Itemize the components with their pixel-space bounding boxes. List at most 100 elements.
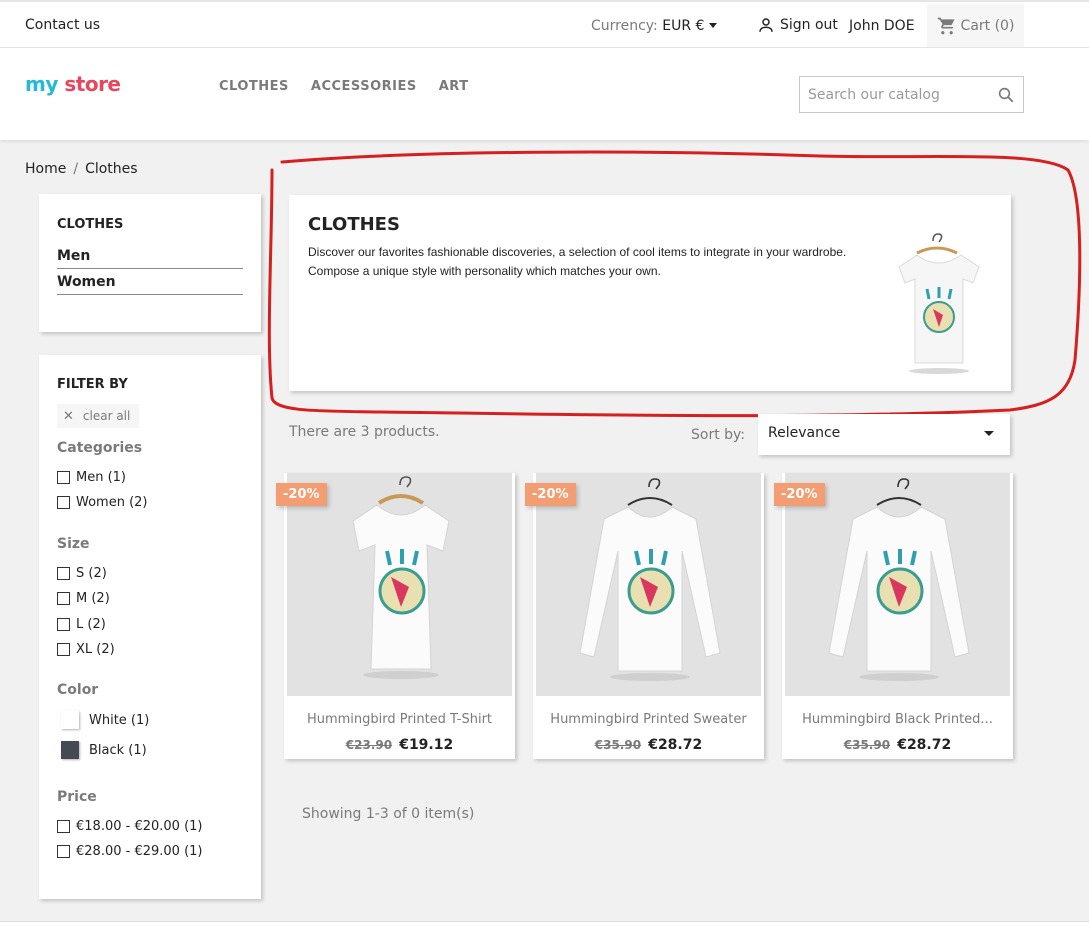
checkbox[interactable] — [57, 845, 70, 858]
products-count: There are 3 products. — [289, 424, 440, 440]
caret-down-icon — [709, 23, 718, 28]
regular-price: €35.90 — [594, 738, 642, 752]
facet-option-label: Black (1) — [89, 742, 147, 758]
facet-option-color-black[interactable]: Black (1) — [57, 741, 147, 759]
regular-price: €35.90 — [843, 738, 891, 752]
product-prices: €35.90 €28.72 — [533, 737, 764, 753]
product-image[interactable] — [287, 473, 512, 696]
facet-option-size-s[interactable]: S (2) — [57, 566, 107, 581]
checkbox[interactable] — [57, 643, 70, 656]
search-icon[interactable] — [997, 86, 1015, 104]
facet-option-label: M (2) — [76, 591, 110, 606]
facet-option-label: €28.00 - €29.00 (1) — [76, 844, 203, 859]
checkbox[interactable] — [57, 471, 70, 484]
breadcrumb-home[interactable]: Home — [25, 161, 66, 177]
breadcrumb: Home / Clothes — [25, 161, 138, 177]
filter-title: FILTER BY — [57, 377, 128, 392]
product-prices: €35.90 €28.72 — [782, 737, 1013, 753]
main-header: my store CLOTHES ACCESSORIES ART — [0, 48, 1089, 140]
facet-option-size-l[interactable]: L (2) — [57, 617, 106, 632]
checkbox[interactable] — [57, 567, 70, 580]
facet-option-label: S (2) — [76, 566, 107, 581]
pagination-summary: Showing 1-3 of 0 item(s) — [302, 806, 475, 822]
checkbox[interactable] — [57, 592, 70, 605]
sign-out-link[interactable]: Sign out — [757, 16, 838, 34]
facet-option-price-1[interactable]: €18.00 - €20.00 (1) — [57, 819, 202, 834]
color-swatch-white[interactable] — [61, 711, 79, 729]
cart-label: Cart (0) — [960, 17, 1015, 34]
sort-by-value: Relevance — [768, 425, 841, 441]
facet-option-label: Men (1) — [76, 470, 127, 485]
facet-option-label: Women (2) — [76, 495, 148, 510]
product-name[interactable]: Hummingbird Black Printed... — [782, 712, 1013, 727]
sale-price: €19.12 — [399, 737, 454, 753]
menu-item-accessories[interactable]: ACCESSORIES — [311, 79, 417, 94]
sort-by-label: Sort by: — [691, 427, 746, 443]
category-tree-title[interactable]: CLOTHES — [57, 217, 123, 232]
facet-option-color-white[interactable]: White (1) — [57, 711, 149, 729]
facets-filter-panel: FILTER BY ✕ clear all Categories Men (1)… — [39, 355, 261, 899]
facet-option-price-2[interactable]: €28.00 - €29.00 (1) — [57, 844, 202, 859]
color-swatch-black[interactable] — [61, 741, 79, 759]
product-image[interactable] — [785, 473, 1010, 696]
breadcrumb-separator: / — [73, 161, 79, 177]
close-icon: ✕ — [63, 408, 74, 424]
currency-value: EUR € — [662, 18, 705, 34]
search-widget — [799, 76, 1024, 113]
regular-price: €23.90 — [345, 738, 393, 752]
account-name-link[interactable]: John DOE — [849, 18, 915, 34]
category-description: Discover our favorites fashionable disco… — [308, 245, 847, 278]
logo-my: my — [25, 72, 58, 96]
category-tree: CLOTHES Men Women — [39, 194, 261, 332]
clear-all-label: clear all — [82, 409, 131, 423]
store-logo[interactable]: my store — [25, 72, 121, 96]
currency-label: Currency: — [591, 18, 658, 34]
user-icon — [759, 18, 773, 32]
category-link-men[interactable]: Men — [57, 248, 243, 269]
checkbox[interactable] — [57, 820, 70, 833]
facet-color-title: Color — [57, 682, 99, 698]
main-menu: CLOTHES ACCESSORIES ART — [219, 79, 469, 94]
sign-out-label: Sign out — [780, 17, 838, 33]
discount-badge: -20% — [774, 483, 825, 506]
sale-price: €28.72 — [648, 737, 703, 753]
menu-item-clothes[interactable]: CLOTHES — [219, 79, 289, 94]
facet-option-women[interactable]: Women (2) — [57, 495, 148, 510]
product-card[interactable]: -20% Hummingbird Black Printed... €35.90… — [774, 473, 1013, 759]
discount-badge: -20% — [525, 483, 576, 506]
product-name[interactable]: Hummingbird Printed Sweater — [533, 712, 764, 727]
discount-badge: -20% — [276, 483, 327, 506]
facet-size-title: Size — [57, 536, 90, 552]
search-input[interactable] — [808, 85, 988, 105]
clear-all-button[interactable]: ✕ clear all — [57, 404, 139, 428]
product-prices: €23.90 €19.12 — [284, 737, 515, 753]
footer — [0, 922, 1089, 938]
contact-us-link[interactable]: Contact us — [25, 17, 100, 33]
top-nav-bar: Contact us Currency: EUR € Sign out John… — [0, 0, 1089, 48]
product-card[interactable]: -20% Hummingbird Printed Sweater €35.90 … — [525, 473, 764, 759]
logo-store: store — [64, 72, 121, 96]
sale-price: €28.72 — [897, 737, 952, 753]
facet-option-men[interactable]: Men (1) — [57, 470, 126, 485]
facet-option-size-xl[interactable]: XL (2) — [57, 642, 115, 657]
currency-selector[interactable]: Currency: EUR € — [591, 18, 718, 34]
breadcrumb-current[interactable]: Clothes — [85, 161, 138, 177]
facet-option-size-m[interactable]: M (2) — [57, 591, 110, 606]
facet-option-label: L (2) — [76, 617, 106, 632]
sort-by-dropdown[interactable]: Relevance — [758, 414, 1010, 455]
category-link-women[interactable]: Women — [57, 274, 243, 295]
category-image — [887, 231, 987, 385]
cart-button[interactable]: Cart (0) — [927, 4, 1024, 47]
product-image[interactable] — [536, 473, 761, 696]
checkbox[interactable] — [57, 496, 70, 509]
facet-option-label: White (1) — [89, 712, 150, 728]
category-title: CLOTHES — [308, 214, 400, 235]
product-card[interactable]: -20% Hummingbird Printed T-Shirt €23.90 … — [276, 473, 515, 759]
checkbox[interactable] — [57, 618, 70, 631]
facet-categories-title: Categories — [57, 440, 143, 456]
cart-icon — [937, 17, 955, 34]
menu-item-art[interactable]: ART — [439, 79, 469, 94]
product-name[interactable]: Hummingbird Printed T-Shirt — [284, 712, 515, 727]
facet-price-title: Price — [57, 789, 97, 805]
category-header: CLOTHES Discover our favorites fashionab… — [289, 195, 1011, 391]
